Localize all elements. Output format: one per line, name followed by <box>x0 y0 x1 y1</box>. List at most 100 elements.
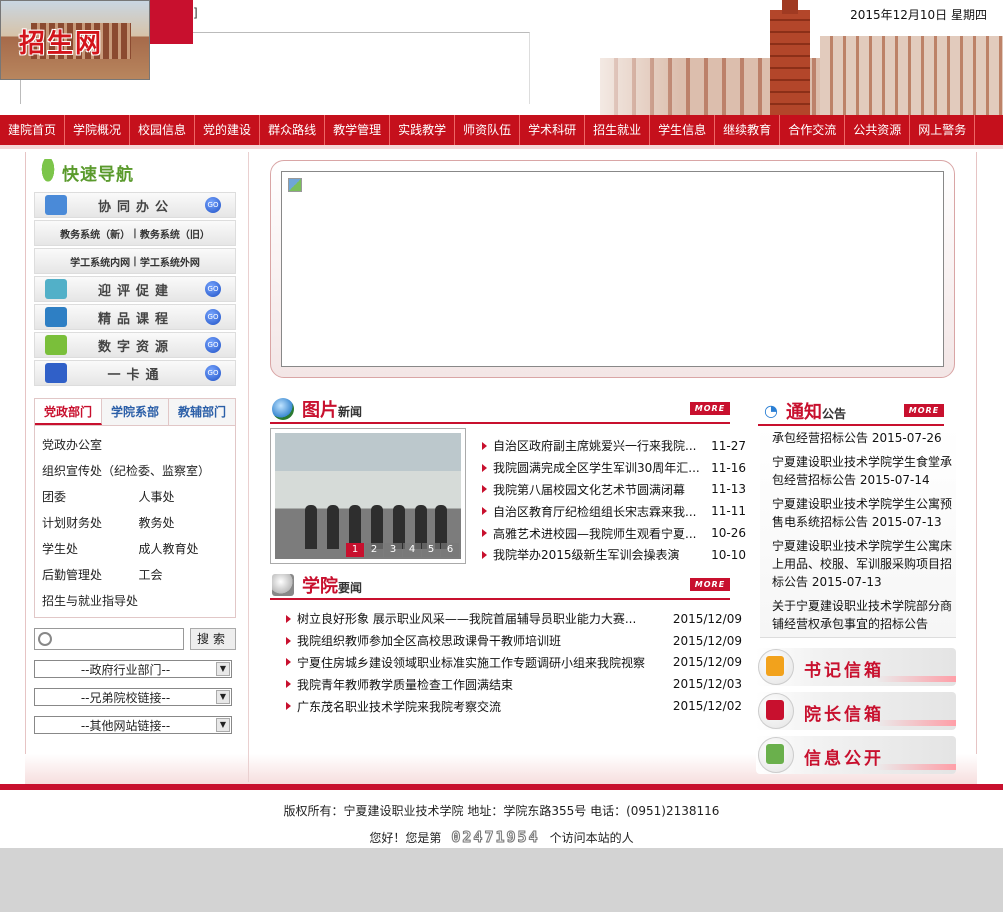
gov-dept-select[interactable]: --政府行业部门-- ▼ <box>34 660 232 678</box>
dept-link[interactable]: 计划财务处 <box>42 510 139 536</box>
notice-date: 2015-07-14 <box>859 473 930 487</box>
nav-item[interactable]: 群众路线 <box>260 115 326 145</box>
header-building-image-2 <box>820 36 1003 115</box>
list-item[interactable]: 我院青年教师教学质量检查工作圆满结束 2015/12/03 <box>282 673 742 695</box>
search-button[interactable]: 搜索 <box>190 628 236 650</box>
notice-item[interactable]: 宁夏建设职业技术学院学生公寓床上用品、校服、军训服采购项目招标公告 2015-0… <box>760 534 956 594</box>
dept-link[interactable]: 团委 <box>42 484 139 510</box>
dept-link[interactable]: 招生与就业指导处 <box>42 588 232 614</box>
dept-link[interactable]: 成人教育处 <box>139 536 236 562</box>
president-mailbox-button[interactable]: 院长信箱 <box>756 692 956 730</box>
tab-support-depts[interactable]: 教辅部门 <box>169 399 235 425</box>
tab-college-depts[interactable]: 学院系部 <box>102 399 169 425</box>
dept-list: 党政办公室 组织宣传处（纪检委、监察室） 团委 人事处 计划财务处 教务处 学生处成… <box>34 426 236 618</box>
dept-link[interactable]: 后勤管理处 <box>42 562 139 588</box>
quick-nav-course-button[interactable]: 精品课程 GO <box>34 304 236 330</box>
monitor-icon <box>45 335 67 355</box>
header: 招生网 ] 2015年12月10日 星期四 <box>0 0 1003 115</box>
dept-link[interactable]: 工会 <box>139 562 236 588</box>
student-system-extranet-link[interactable]: 学工系统外网 <box>140 254 200 269</box>
notice-more-button[interactable]: MORE <box>904 404 944 417</box>
list-item[interactable]: 自治区教育厅纪检组组长宋志霖来我... 11-11 <box>478 500 746 522</box>
header-red-block <box>150 0 193 44</box>
notice-item[interactable]: 关于宁夏建设职业技术学院部分商铺经营权承包事宜的招标公告 <box>760 594 956 636</box>
list-item[interactable]: 我院圆满完成全区学生军训30周年汇... 11-16 <box>478 457 746 479</box>
photo-page-button[interactable]: 4 <box>403 543 421 557</box>
dept-link[interactable]: 组织宣传处（纪检委、监察室） <box>42 458 232 484</box>
sister-college-select[interactable]: --兄弟院校链接-- ▼ <box>34 688 232 706</box>
dept-link[interactable]: 学生处 <box>42 536 139 562</box>
notice-header: ◔ 通知公告 MORE <box>758 398 944 426</box>
nav-item[interactable]: 网上警务 <box>910 115 976 145</box>
academic-system-old-link[interactable]: 教务系统（旧） <box>140 226 210 241</box>
photo-page-button[interactable]: 6 <box>441 543 459 557</box>
notice-item[interactable]: 承包经营招标公告 2015-07-26 <box>760 426 956 450</box>
quick-nav-office-button[interactable]: 协同办公 GO <box>34 192 236 218</box>
list-item[interactable]: 自治区政府副主席姚爱兴一行来我院... 11-27 <box>478 435 746 457</box>
photo-page-button[interactable]: 1 <box>346 543 364 557</box>
nav-item[interactable]: 实践教学 <box>390 115 456 145</box>
go-icon: GO <box>205 197 221 213</box>
nav-item[interactable]: 学术科研 <box>520 115 586 145</box>
search-input[interactable] <box>55 629 175 649</box>
notice-item[interactable]: 宁夏建设职业技术学院学生公寓预售电系统招标公告 2015-07-13 <box>760 492 956 534</box>
college-news-list: 树立良好形象 展示职业风采——我院首届辅导员职业能力大赛... 2015/12/0… <box>282 608 742 717</box>
nav-item[interactable]: 建院首页 <box>0 115 66 145</box>
tab-admin-depts[interactable]: 党政部门 <box>35 399 102 425</box>
list-item[interactable]: 我院组织教师参加全区高校思政课骨干教师培训班 2015/12/09 <box>282 630 742 652</box>
dept-link[interactable]: 教务处 <box>139 510 236 536</box>
info-disclosure-button[interactable]: 信息公开 <box>756 736 956 774</box>
list-item[interactable]: 我院第八届校园文化艺术节圆满闭幕 11-13 <box>478 479 746 501</box>
nav-item[interactable]: 合作交流 <box>780 115 846 145</box>
list-item[interactable]: 高雅艺术进校园—我院师生观看宁夏... 10-26 <box>478 522 746 544</box>
go-icon: GO <box>205 281 221 297</box>
list-item-title: 我院举办2015级新生军训会操表演 <box>493 548 680 563</box>
nav-item[interactable]: 继续教育 <box>715 115 781 145</box>
list-item[interactable]: 宁夏住房城乡建设领域职业标准实施工作专题调研小组来我院视察 2015/12/09 <box>282 652 742 674</box>
nav-item[interactable]: 校园信息 <box>130 115 196 145</box>
left-column: 快速导航 协同办公 GO 教务系统（新） | 教务系统（旧） 学工系统内网 | … <box>34 154 236 734</box>
photo-page-button[interactable]: 5 <box>422 543 440 557</box>
bullet-icon <box>286 658 291 667</box>
student-system-intranet-link[interactable]: 学工系统内网 <box>70 254 130 269</box>
news-icon <box>272 574 294 596</box>
other-sites-select[interactable]: --其他网站链接-- ▼ <box>34 716 232 734</box>
nav-item[interactable]: 教学管理 <box>325 115 391 145</box>
photo-page-button[interactable]: 2 <box>365 543 383 557</box>
student-system-links: 学工系统内网 | 学工系统外网 <box>34 248 236 274</box>
nav-item[interactable]: 学院概况 <box>65 115 131 145</box>
list-item[interactable]: 我院举办2015级新生军训会操表演 10-10 <box>478 544 746 566</box>
nav-item[interactable]: 学生信息 <box>650 115 716 145</box>
news-photo[interactable]: 123456 <box>270 428 466 564</box>
photo-pager: 123456 <box>346 543 459 557</box>
photo-page-button[interactable]: 3 <box>384 543 402 557</box>
college-news-more-button[interactable]: MORE <box>690 578 730 591</box>
card-icon <box>45 363 67 383</box>
logo[interactable]: 招生网 <box>0 0 150 80</box>
nav-item[interactable]: 公共资源 <box>845 115 911 145</box>
bullet-icon <box>482 441 487 450</box>
nav-item[interactable]: 党的建设 <box>195 115 261 145</box>
quick-nav-evaluation-button[interactable]: 迎评促建 GO <box>34 276 236 302</box>
quick-nav-title: 快速导航 <box>34 154 236 190</box>
banner-image[interactable] <box>281 171 944 367</box>
secretary-mailbox-button[interactable]: 书记信箱 <box>756 648 956 686</box>
academic-system-new-link[interactable]: 教务系统（新） <box>60 226 130 241</box>
notice-item[interactable]: 宁夏建设职业技术学院学生食堂承包经营招标公告 2015-07-14 <box>760 450 956 492</box>
list-item[interactable]: 广东茂名职业技术学院来我院考察交流 2015/12/02 <box>282 695 742 717</box>
list-item-title: 我院青年教师教学质量检查工作圆满结束 <box>297 677 514 692</box>
copyright-text: 版权所有：宁夏建设职业技术学院 地址：学院东路355号 电话：(0951)213… <box>283 804 720 818</box>
quick-nav-digital-resource-button[interactable]: 数字资源 GO <box>34 332 236 358</box>
quick-nav-card-button[interactable]: 一卡通 GO <box>34 360 236 386</box>
list-item[interactable]: 树立良好形象 展示职业风采——我院首届辅导员职业能力大赛... 2015/12/0… <box>282 608 742 630</box>
dept-link[interactable]: 人事处 <box>139 484 236 510</box>
header-bracket: ] <box>193 6 198 20</box>
nav-item[interactable]: 招生就业 <box>585 115 651 145</box>
photo-news-more-button[interactable]: MORE <box>690 402 730 415</box>
dept-link[interactable]: 党政办公室 <box>42 432 232 458</box>
search-bar: 搜索 <box>34 628 236 650</box>
list-item-title: 高雅艺术进校园—我院师生观看宁夏... <box>493 526 697 541</box>
nav-item[interactable]: 师资队伍 <box>455 115 521 145</box>
notice-title: 关于宁夏建设职业技术学院部分商铺经营权承包事宜的招标公告 <box>772 599 953 631</box>
list-item-title: 广东茂名职业技术学院来我院考察交流 <box>297 699 502 714</box>
